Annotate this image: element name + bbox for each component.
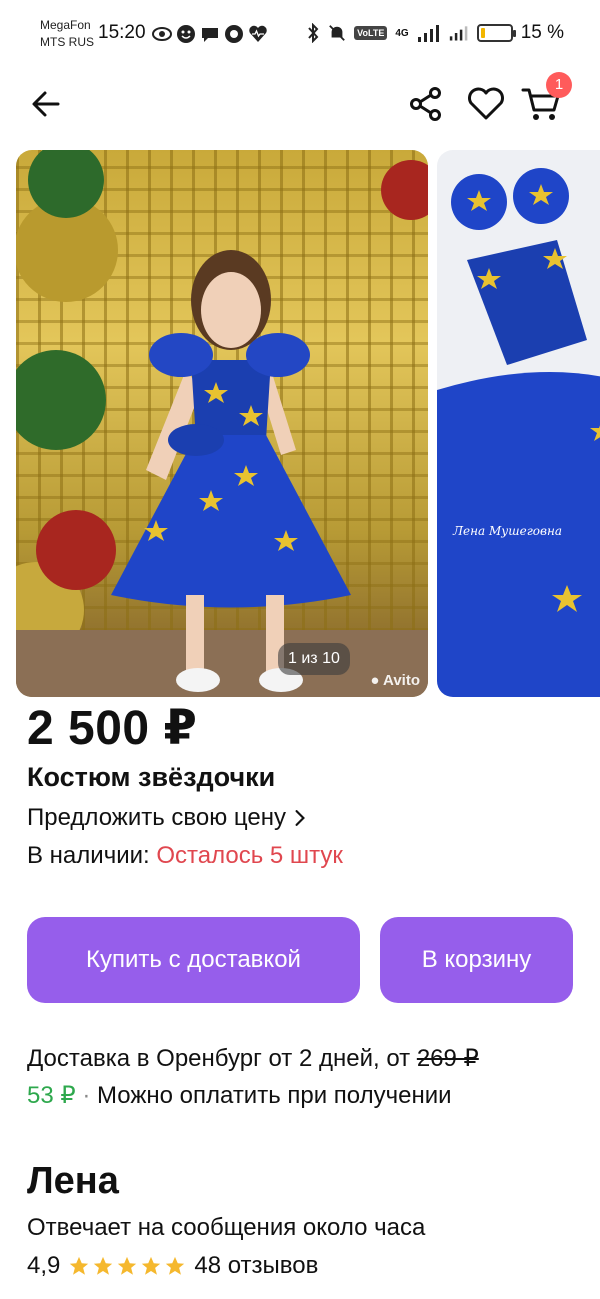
- availability-value: Осталось 5 штук: [156, 842, 343, 869]
- photo-caption: Лена Мушеговна: [453, 524, 563, 538]
- seller-reply-time: Отвечает на сообщения около часа: [27, 1214, 426, 1241]
- browser-icon: [224, 24, 243, 43]
- photo-gallery[interactable]: 1 из 10 ● Avito Лена Мушеговна: [0, 150, 600, 698]
- arrow-left-icon: [32, 91, 60, 117]
- offer-price-link[interactable]: Предложить свою цену: [27, 804, 306, 832]
- battery-level: [480, 28, 485, 38]
- cart-button[interactable]: 1: [520, 72, 572, 124]
- eye-icon: [152, 24, 172, 42]
- availability-label: В наличии:: [27, 842, 150, 869]
- heart-icon: [468, 87, 504, 120]
- star-icon: [70, 1256, 89, 1275]
- add-to-cart-button[interactable]: В корзину: [380, 917, 573, 1003]
- rating-value: 4,9: [27, 1252, 61, 1279]
- delivery-info: Доставка в Оренбург от 2 дней, от 269 ₽ …: [27, 1040, 587, 1114]
- product-title: Костюм звёздочки: [27, 762, 276, 792]
- product-price: 2 500 ₽: [27, 702, 198, 755]
- photo-counter: 1 из 10: [278, 643, 350, 675]
- carrier-2: MTS RUS: [40, 35, 94, 49]
- cart-count-badge: 1: [546, 72, 572, 98]
- app-bar: 1: [0, 66, 600, 142]
- signal-2-icon: [449, 26, 468, 41]
- chat-icon: [200, 24, 218, 42]
- seller-name[interactable]: Лена: [27, 1160, 119, 1203]
- rating-stars: [68, 1255, 186, 1277]
- chevron-right-icon: [295, 810, 305, 826]
- star-icon: [94, 1256, 113, 1275]
- share-button[interactable]: [406, 84, 446, 124]
- costume-photo-illustration: [16, 150, 428, 697]
- reviews-count: 48 отзывов: [194, 1252, 319, 1279]
- signal-icon: [417, 25, 439, 42]
- network-type: 4G: [395, 27, 409, 39]
- costume-detail-illustration: [437, 168, 600, 697]
- watermark-text: Avito: [383, 672, 420, 689]
- favorite-button[interactable]: [466, 84, 506, 124]
- offer-price-label: Предложить свою цену: [27, 804, 286, 831]
- star-icon: [166, 1256, 185, 1275]
- seller-rating[interactable]: 4,9 48 отзывов: [27, 1252, 318, 1280]
- delivery-text: Доставка в Оренбург от 2 дней, от: [27, 1045, 411, 1072]
- buy-with-delivery-label: Купить с доставкой: [86, 946, 301, 973]
- delivery-old-price: 269 ₽: [416, 1045, 479, 1072]
- share-icon: [410, 87, 441, 121]
- mute-bell-icon: [329, 25, 346, 41]
- volte-indicator: VoLTE: [354, 26, 388, 40]
- add-to-cart-label: В корзину: [421, 946, 532, 973]
- bluetooth-icon: [308, 23, 319, 43]
- buy-with-delivery-button[interactable]: Купить с доставкой: [27, 917, 360, 1003]
- emoji-icon: [176, 24, 195, 43]
- avito-watermark: ● Avito: [370, 672, 420, 689]
- battery-percent: 15 %: [520, 22, 564, 43]
- delivery-new-price: 53 ₽: [27, 1082, 76, 1109]
- product-photo-next[interactable]: Лена Мушеговна: [437, 150, 600, 697]
- status-time: 15:20: [98, 22, 146, 43]
- carrier-1: MegaFon: [40, 18, 91, 32]
- heart-health-icon: [248, 24, 267, 42]
- star-icon: [142, 1256, 161, 1275]
- status-bar: MegaFon MTS RUS 15:20 VoLTE 4G 15 %: [0, 0, 600, 66]
- delivery-separator: ·: [82, 1082, 91, 1109]
- back-button[interactable]: [26, 84, 66, 124]
- product-photo-main[interactable]: 1 из 10 ● Avito: [16, 150, 428, 697]
- availability: В наличии: Осталось 5 штук: [27, 842, 343, 870]
- battery-icon: [476, 24, 516, 42]
- system-status: VoLTE 4G 15 %: [306, 22, 564, 44]
- payment-note: Можно оплатить при получении: [96, 1082, 452, 1109]
- carrier-info: MegaFon MTS RUS: [40, 17, 94, 51]
- star-icon: [118, 1256, 137, 1275]
- notification-icons: [152, 24, 267, 43]
